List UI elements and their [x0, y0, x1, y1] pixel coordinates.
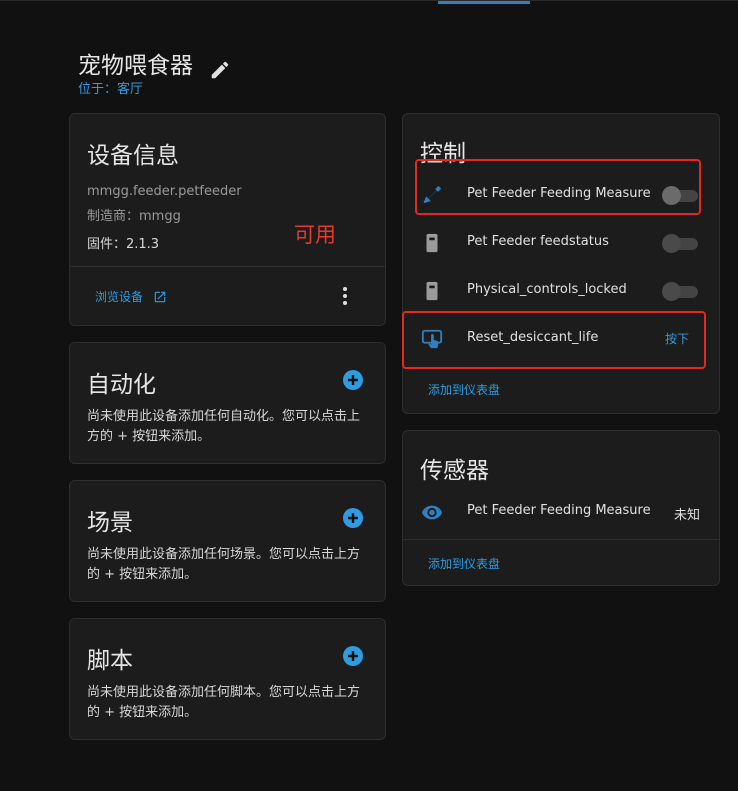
- switch-icon: [426, 281, 438, 301]
- add-script-plus-icon[interactable]: [342, 645, 364, 667]
- add-scene-plus-icon[interactable]: [342, 507, 364, 529]
- scene-title: 场景: [87, 510, 133, 536]
- device-title: 宠物喂食器: [78, 53, 193, 79]
- script-title: 脚本: [87, 648, 133, 674]
- toggle-knob: [662, 282, 681, 301]
- device-firmware: 固件：2.1.3: [87, 237, 160, 252]
- browse-device-link[interactable]: 浏览设备: [95, 288, 167, 305]
- switch-icon: [426, 233, 438, 253]
- sensors-add-to-dashboard-link[interactable]: 添加到仪表盘: [428, 555, 500, 572]
- control-row-physical-controls-locked[interactable]: Physical_controls_locked: [403, 267, 719, 315]
- controls-add-to-dashboard-link[interactable]: 添加到仪表盘: [428, 381, 500, 398]
- sensor-label: Pet Feeder Feeding Measure: [467, 503, 651, 518]
- automation-description: 尚未使用此设备添加任何自动化。您可以点击上方的 + 按钮来添加。: [87, 409, 361, 444]
- device-info-card: 设备信息 mmgg.feeder.petfeeder 制造商：mmgg 固件：2…: [69, 113, 386, 326]
- sensor-row-feeding-measure[interactable]: Pet Feeder Feeding Measure: [403, 488, 719, 536]
- scene-description: 尚未使用此设备添加任何场景。您可以点击上方的 + 按钮来添加。: [87, 547, 361, 582]
- more-vert-icon[interactable]: [338, 286, 352, 306]
- pencil-icon[interactable]: [209, 59, 231, 81]
- control-row-feedstatus[interactable]: Pet Feeder feedstatus: [403, 219, 719, 267]
- divider: [70, 266, 385, 267]
- feedstatus-toggle[interactable]: [662, 233, 700, 253]
- browse-device-label: 浏览设备: [95, 290, 144, 304]
- sensors-title: 传感器: [420, 458, 489, 484]
- sensor-value: 未知: [674, 508, 701, 523]
- sensors-card: 传感器 Pet Feeder Feeding Measure 未知 添加到仪表盘: [402, 430, 720, 586]
- divider: [403, 539, 719, 540]
- automation-title: 自动化: [87, 372, 156, 398]
- device-info-title: 设备信息: [87, 143, 179, 169]
- annotation-box-reset-desiccant: [402, 311, 706, 369]
- device-manufacturer: 制造商：mmgg: [87, 209, 181, 224]
- automation-card: 自动化 尚未使用此设备添加任何自动化。您可以点击上方的 + 按钮来添加。: [69, 342, 386, 464]
- eye-icon: [421, 505, 443, 520]
- available-annotation: 可用: [294, 223, 336, 247]
- active-tab-indicator: [438, 1, 530, 4]
- control-label: Pet Feeder feedstatus: [467, 234, 609, 249]
- device-model: mmgg.feeder.petfeeder: [87, 184, 242, 199]
- script-card: 脚本 尚未使用此设备添加任何脚本。您可以点击上方的 + 按钮来添加。: [69, 618, 386, 740]
- scene-card: 场景 尚未使用此设备添加任何场景。您可以点击上方的 + 按钮来添加。: [69, 480, 386, 602]
- script-description: 尚未使用此设备添加任何脚本。您可以点击上方的 + 按钮来添加。: [87, 685, 361, 720]
- control-label: Physical_controls_locked: [467, 282, 627, 297]
- annotation-box-feeding-measure: [415, 159, 701, 215]
- top-tab-bar: [0, 0, 738, 5]
- add-automation-plus-icon[interactable]: [342, 369, 364, 391]
- device-location[interactable]: 位于：客厅: [78, 78, 143, 97]
- physical-controls-locked-toggle[interactable]: [662, 281, 700, 301]
- open-in-new-icon: [154, 291, 166, 302]
- toggle-knob: [662, 234, 681, 253]
